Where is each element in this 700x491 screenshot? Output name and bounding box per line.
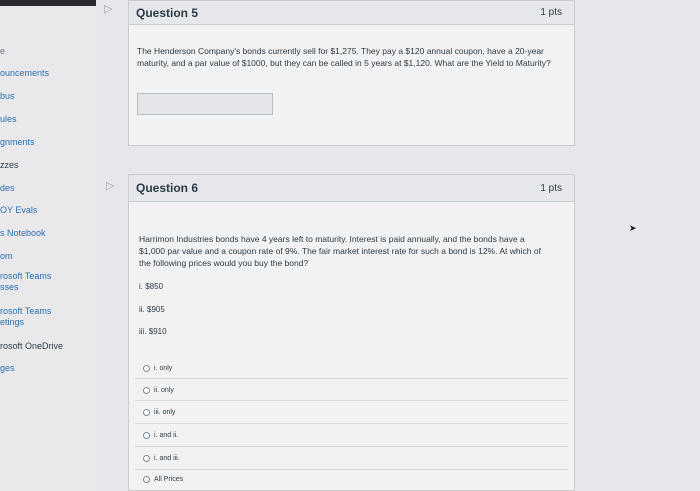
flag-question-5-icon[interactable]: ▷ <box>104 2 112 15</box>
radio-icon[interactable] <box>143 454 150 462</box>
mouse-cursor-icon: ➤ <box>629 223 637 233</box>
sidebar-item-pages[interactable]: ges <box>0 363 15 374</box>
radio-icon[interactable] <box>143 475 150 483</box>
sidebar-item-grades[interactable]: des <box>0 183 15 194</box>
answer-choice-5[interactable]: i. and iii. <box>143 452 180 464</box>
divider <box>135 469 568 470</box>
divider <box>135 423 568 424</box>
answer-choice-4[interactable]: i. and ii. <box>143 429 178 441</box>
radio-icon[interactable] <box>143 386 150 394</box>
question-6-text: Harrimon Industries bonds have 4 years l… <box>139 234 541 268</box>
flag-question-6-icon[interactable]: ▷ <box>106 179 114 192</box>
divider <box>135 400 568 401</box>
course-sidebar: e ouncements bus ules gnments zzes des O… <box>0 6 96 491</box>
sidebar-item-teams-classes[interactable]: rosoft Teams sses <box>0 271 51 293</box>
sidebar-item-zoom[interactable]: om <box>0 251 13 262</box>
price-option-1: i. $850 <box>139 282 164 291</box>
sidebar-item-home[interactable]: e <box>0 46 5 57</box>
price-option-3: iii. $910 <box>139 327 167 336</box>
question-5-text: The Henderson Company's bonds currently … <box>137 46 551 68</box>
divider <box>135 378 568 379</box>
question-6-card: Question 6 1 pts Harrimon Industries bon… <box>128 174 575 491</box>
question-5-card: Question 5 1 pts The Henderson Company's… <box>128 0 575 146</box>
sidebar-item-onedrive[interactable]: rosoft OneDrive <box>0 341 63 352</box>
question-5-header: Question 5 1 pts <box>129 1 574 25</box>
radio-icon[interactable] <box>143 431 150 439</box>
divider <box>135 446 568 447</box>
sidebar-item-notebook[interactable]: s Notebook <box>0 228 46 239</box>
question-5-points: 1 pts <box>540 7 562 18</box>
sidebar-item-modules[interactable]: ules <box>0 114 17 125</box>
answer-choice-2[interactable]: ii. only <box>143 384 174 396</box>
sidebar-item-assignments[interactable]: gnments <box>0 137 35 148</box>
radio-icon[interactable] <box>143 408 150 416</box>
question-6-header: Question 6 1 pts <box>129 175 574 202</box>
sidebar-item-teams-meetings[interactable]: rosoft Teams etings <box>0 306 51 328</box>
question-5-answer-input[interactable] <box>137 93 273 115</box>
sidebar-item-announcements[interactable]: ouncements <box>0 68 49 79</box>
sidebar-item-syllabus[interactable]: bus <box>0 91 15 102</box>
radio-icon[interactable] <box>143 364 150 372</box>
question-6-points: 1 pts <box>540 182 562 194</box>
answer-choice-3[interactable]: iii. only <box>143 406 175 418</box>
sidebar-item-quizzes[interactable]: zzes <box>0 160 19 171</box>
sidebar-item-evals[interactable]: OY Evals <box>0 205 37 216</box>
answer-choice-6[interactable]: All Prices <box>143 473 183 485</box>
price-option-2: ii. $905 <box>139 305 165 314</box>
question-5-title: Question 5 <box>136 5 199 20</box>
answer-choice-1[interactable]: i. only <box>143 362 172 374</box>
question-6-title: Question 6 <box>136 181 199 195</box>
